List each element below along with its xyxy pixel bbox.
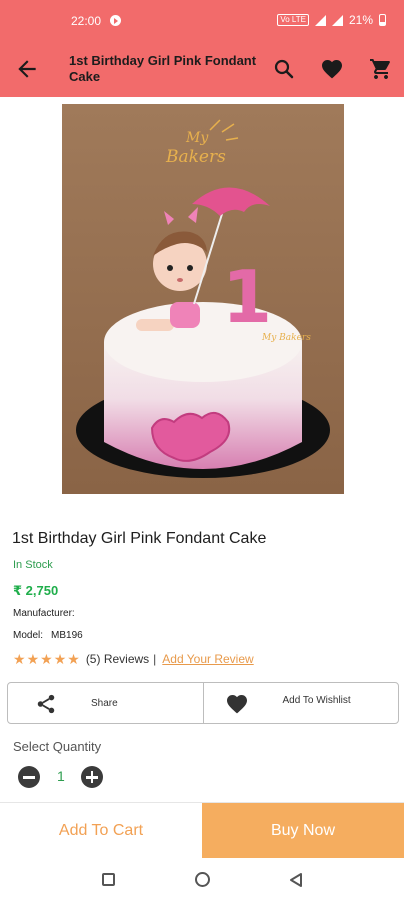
image-watermark: My Bakers <box>261 333 311 343</box>
nav-back-icon[interactable] <box>288 872 304 888</box>
add-to-wishlist-button[interactable]: Add To Wishlist <box>202 683 399 723</box>
share-icon <box>37 694 55 714</box>
model-row: Model: MB196 <box>13 630 83 641</box>
status-bar: 22:00 Vo LTE 21% <box>0 0 404 42</box>
share-wishlist-actions: Share Add To Wishlist <box>7 682 399 724</box>
status-time: 22:00 <box>71 14 102 28</box>
rating-separator: | <box>153 652 157 666</box>
rating-row: ★ ★ ★ ★ ★ (5) Reviews | Add Your Review <box>13 652 254 666</box>
manufacturer-label: Manufacturer: <box>13 608 75 619</box>
app-bar: 1st Birthday Girl Pink Fondant Cake <box>0 42 404 97</box>
star-icon: ★ <box>26 651 40 667</box>
volte-icon: Vo LTE <box>277 14 309 26</box>
star-rating: ★ ★ ★ ★ ★ <box>13 652 80 666</box>
model-value: MB196 <box>51 630 83 641</box>
wishlist-heart-icon[interactable] <box>320 57 344 81</box>
signal-strength-icon <box>331 14 343 26</box>
reviews-count[interactable]: (5) Reviews <box>86 652 149 666</box>
star-icon: ★ <box>13 651 26 667</box>
share-label: Share <box>91 698 118 709</box>
product-detail-screen: 22:00 Vo LTE 21% 1st Birthday Girl Pink … <box>0 0 404 900</box>
quantity-value: 1 <box>57 768 65 784</box>
share-button[interactable]: Share <box>8 683 203 723</box>
status-indicators: Vo LTE 21% <box>277 13 386 27</box>
home-icon[interactable] <box>195 872 210 887</box>
product-price: ₹ 2,750 <box>13 583 59 598</box>
page-title: 1st Birthday Girl Pink Fondant Cake <box>69 53 257 84</box>
purchase-bar: Add To Cart Buy Now <box>0 802 404 858</box>
quantity-label: Select Quantity <box>13 739 102 754</box>
buy-now-button[interactable]: Buy Now <box>202 803 404 858</box>
svg-text:My: My <box>185 130 209 146</box>
model-label: Model: <box>13 630 44 641</box>
increase-quantity-button[interactable] <box>81 766 103 788</box>
media-playing-icon <box>110 15 121 26</box>
signal-icon <box>314 14 326 26</box>
battery-icon <box>379 14 386 26</box>
battery-percent: 21% <box>348 13 373 27</box>
add-to-cart-button[interactable]: Add To Cart <box>0 803 202 858</box>
svg-text:1: 1 <box>222 255 272 339</box>
stock-status: In Stock <box>13 559 53 571</box>
wishlist-label: Add To Wishlist <box>282 695 351 706</box>
star-icon: ★ <box>53 651 67 667</box>
star-icon: ★ <box>40 651 53 667</box>
add-review-link[interactable]: Add Your Review <box>162 652 253 666</box>
heart-icon <box>226 695 247 714</box>
back-arrow-icon[interactable] <box>14 56 40 82</box>
system-nav-bar <box>0 858 404 900</box>
svg-text:Bakers: Bakers <box>165 147 226 167</box>
search-icon[interactable] <box>272 57 296 81</box>
decrease-quantity-button[interactable] <box>18 766 40 788</box>
recents-icon[interactable] <box>102 873 115 886</box>
cart-icon[interactable] <box>369 57 393 81</box>
star-icon: ★ <box>67 651 80 667</box>
manufacturer-row: Manufacturer: <box>13 608 75 619</box>
product-name: 1st Birthday Girl Pink Fondant Cake <box>12 530 267 547</box>
product-image[interactable]: My Bakers 1 My Bakers <box>62 104 344 494</box>
number-topper: 1 <box>222 255 272 339</box>
